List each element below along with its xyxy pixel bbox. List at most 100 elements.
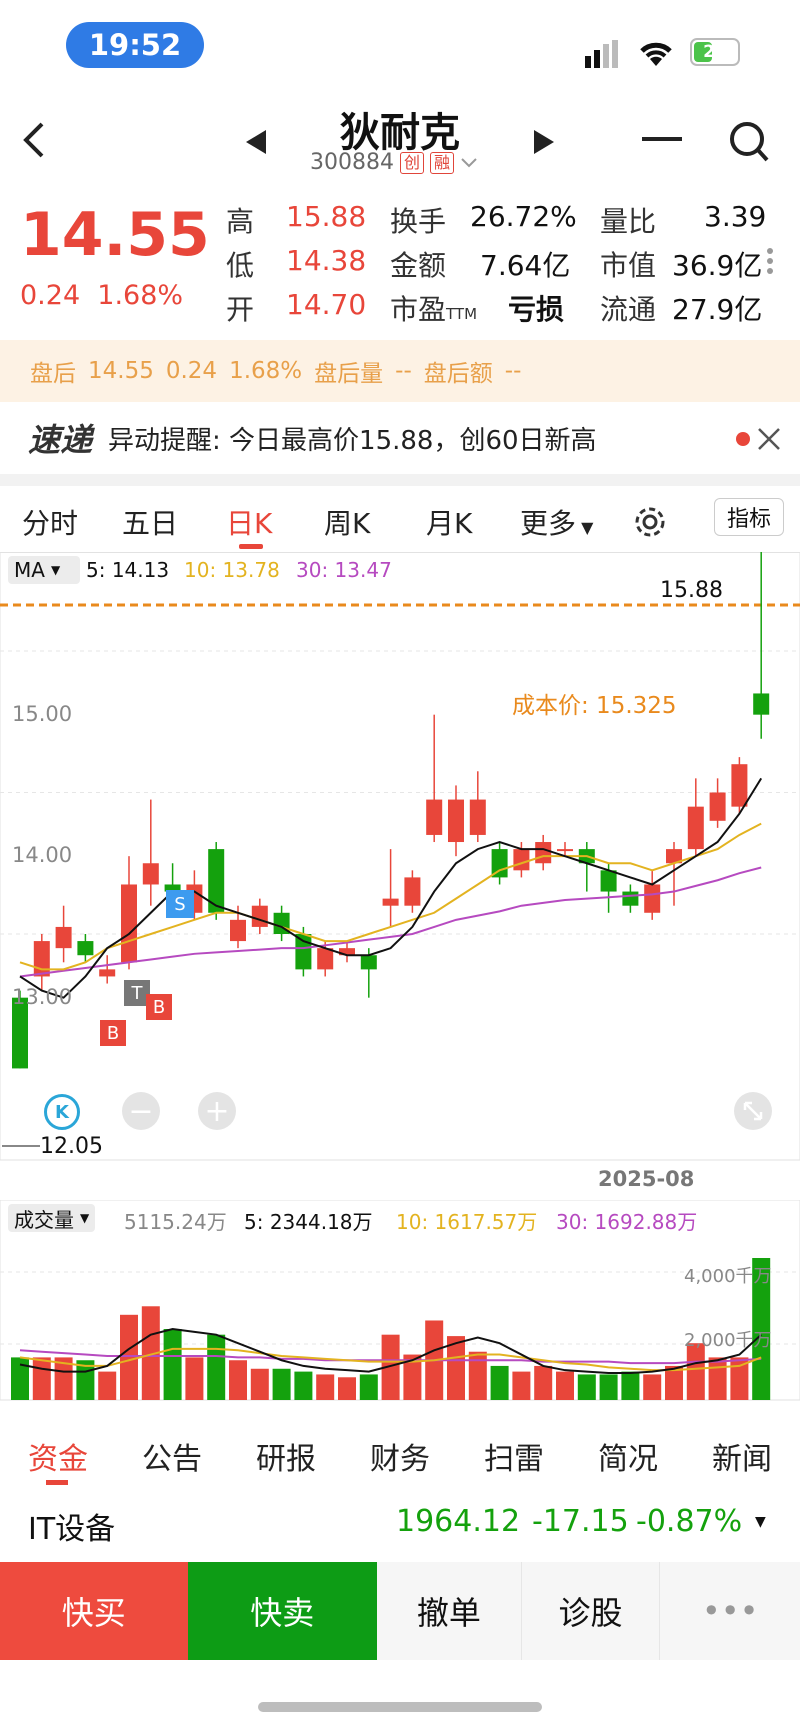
stock-code-row[interactable]: 300884 创 融 xyxy=(310,150,478,175)
settings-icon[interactable] xyxy=(632,504,668,544)
tab-intraday[interactable]: 分时 xyxy=(22,502,78,542)
volume-bar xyxy=(534,1365,553,1400)
float-cap-label: 流通 xyxy=(600,293,657,326)
candle-body xyxy=(426,799,443,835)
k-badge-icon[interactable]: K xyxy=(44,1094,80,1130)
zoom-out-icon[interactable]: − xyxy=(122,1092,160,1130)
stock-code: 300884 xyxy=(310,150,394,175)
volume-bar xyxy=(512,1371,531,1400)
candle-body xyxy=(251,905,268,927)
amount-label: 金额 xyxy=(390,249,447,282)
tab-news[interactable]: 新闻 xyxy=(712,1434,772,1478)
volume-ma10: 10: 1617.57万 xyxy=(396,1210,538,1234)
volume-bar xyxy=(643,1374,662,1400)
more-dots-icon[interactable] xyxy=(766,247,774,279)
sector-name: IT设备 xyxy=(28,1512,116,1547)
search-icon[interactable] xyxy=(728,120,770,168)
alert-bar[interactable]: 速递 异动提醒: 今日最高价15.88，创60日新高 xyxy=(0,402,800,474)
candle-body xyxy=(731,764,748,807)
after-hours-amt-value: -- xyxy=(504,358,522,384)
candle-body xyxy=(753,693,770,715)
after-hours-label: 盘后 xyxy=(30,361,76,387)
action-bar: 快买 快卖 撤单 诊股 ••• xyxy=(0,1562,800,1660)
zoom-in-icon[interactable]: + xyxy=(198,1092,236,1130)
sector-change: -17.15 xyxy=(532,1504,629,1539)
sector-pct: -0.87% xyxy=(636,1504,743,1539)
volume-bar xyxy=(120,1314,138,1400)
fullscreen-icon[interactable] xyxy=(734,1092,772,1130)
volume-selector[interactable]: 成交量 ▼ xyxy=(8,1204,96,1232)
open-label: 开 xyxy=(226,293,255,326)
volume-bar xyxy=(316,1374,335,1400)
vol-ratio-label: 量比 xyxy=(600,205,657,238)
alert-text: 异动提醒: 今日最高价15.88，创60日新高 xyxy=(108,425,597,456)
tab-profile[interactable]: 简况 xyxy=(598,1434,658,1478)
chevron-down-icon xyxy=(460,150,478,175)
ma30-legend: 30: 13.47 xyxy=(296,558,392,582)
volume-label: 成交量 xyxy=(14,1207,74,1232)
caret-down-icon: ▼ xyxy=(576,518,594,537)
close-icon[interactable] xyxy=(756,426,782,456)
volume-bar xyxy=(163,1329,182,1400)
tab-announcements[interactable]: 公告 xyxy=(142,1434,202,1478)
chart-period-tabs: 分时 五日 日K 周K 月K 更多 ▼ 指标 xyxy=(0,488,800,553)
more-button[interactable]: ••• xyxy=(660,1562,800,1660)
volume-bar xyxy=(556,1371,574,1400)
kline-chart[interactable]: MA ▼ 5: 14.13 10: 13.78 30: 13.47 15.88 成… xyxy=(0,552,800,1162)
candle-body xyxy=(557,849,573,852)
volume-bar xyxy=(272,1368,291,1400)
tab-monthly-k[interactable]: 月K xyxy=(426,502,472,542)
y-tick-13: 13.00 xyxy=(12,985,73,1009)
turnover-value: 26.72% xyxy=(470,200,577,233)
pe-value: 亏损 xyxy=(508,293,565,326)
minus-icon[interactable] xyxy=(642,137,682,141)
candle-body xyxy=(513,849,530,871)
candle-body xyxy=(295,934,312,970)
candle-body xyxy=(382,898,399,906)
sector-value: 1964.12 xyxy=(396,1504,521,1539)
quick-sell-button[interactable]: 快卖 xyxy=(187,1562,378,1660)
volume-bar xyxy=(621,1371,640,1400)
tab-more-label: 更多 xyxy=(520,507,577,540)
home-indicator xyxy=(258,1702,542,1712)
quick-buy-button[interactable]: 快买 xyxy=(0,1562,188,1660)
indicator-button[interactable]: 指标 xyxy=(714,498,784,536)
volume-ma5: 5: 2344.18万 xyxy=(244,1210,373,1234)
signal-b-marker: B xyxy=(100,1020,126,1046)
volume-chart[interactable]: 成交量 ▼ 5115.24万 5: 2344.18万 10: 1617.57万 3… xyxy=(0,1200,800,1402)
next-stock-icon[interactable] xyxy=(532,128,556,160)
current-price: 14.55 xyxy=(20,200,210,270)
ma-selector[interactable]: MA ▼ xyxy=(8,556,80,584)
after-hours-vol-value: -- xyxy=(395,358,412,384)
tab-daily-k[interactable]: 日K xyxy=(226,502,272,542)
tab-more[interactable]: 更多 ▼ xyxy=(520,502,593,542)
wifi-icon xyxy=(638,38,674,72)
after-hours-price: 14.55 xyxy=(88,358,154,384)
tab-research[interactable]: 研报 xyxy=(256,1434,316,1478)
unread-dot-icon xyxy=(736,432,750,446)
volume-bar xyxy=(294,1371,313,1400)
kline-svg xyxy=(0,552,800,1161)
volume-bar xyxy=(11,1357,29,1400)
low-price-label: 12.05 xyxy=(40,1134,103,1159)
after-hours-change: 0.24 xyxy=(165,358,218,384)
turnover-label: 换手 xyxy=(390,205,447,238)
candle-body xyxy=(77,941,94,956)
caret-down-icon: ▼ xyxy=(80,1211,90,1225)
tab-financials[interactable]: 财务 xyxy=(370,1434,430,1478)
candle-body xyxy=(360,955,377,970)
volume-bar xyxy=(229,1360,247,1400)
tab-five-day[interactable]: 五日 xyxy=(122,502,178,542)
cancel-order-button[interactable]: 撤单 xyxy=(377,1562,522,1660)
tab-funds[interactable]: 资金 xyxy=(28,1434,88,1478)
tab-weekly-k[interactable]: 周K xyxy=(324,502,370,542)
sector-row[interactable]: IT设备 1964.12 -17.15 -0.87% ▼ xyxy=(0,1488,800,1558)
candle-body xyxy=(448,799,464,843)
diagnose-button[interactable]: 诊股 xyxy=(521,1562,661,1660)
candle-body xyxy=(317,948,334,970)
candle-body xyxy=(33,941,50,977)
volume-bar xyxy=(599,1374,618,1400)
signal-icon xyxy=(585,40,625,72)
tab-risk-scan[interactable]: 扫雷 xyxy=(484,1434,544,1478)
ma5-legend: 5: 14.13 xyxy=(86,558,170,582)
